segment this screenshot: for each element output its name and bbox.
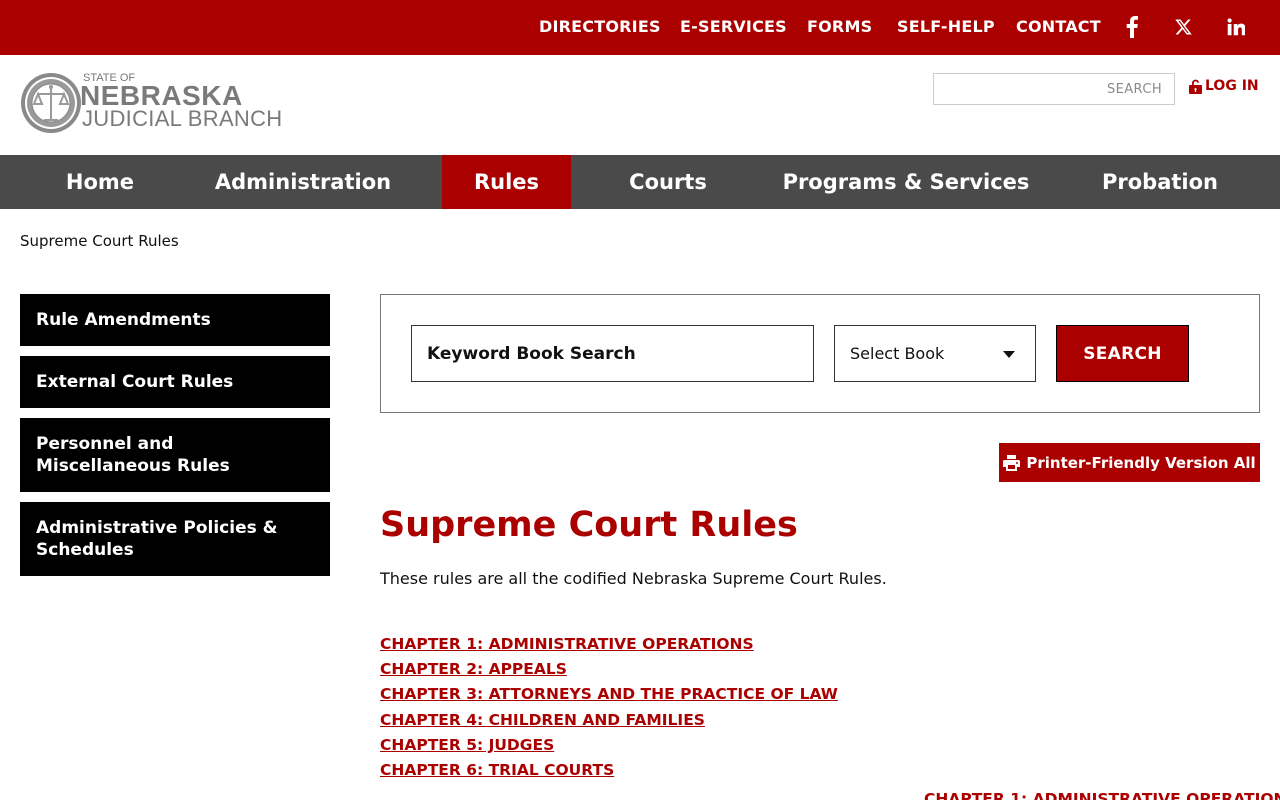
chapter-link-3[interactable]: CHAPTER 3: ATTORNEYS AND THE PRACTICE OF… bbox=[380, 682, 838, 707]
nav-home[interactable]: Home bbox=[38, 155, 162, 209]
self-help-link[interactable]: SELF-HELP bbox=[897, 17, 995, 36]
page-title: Supreme Court Rules bbox=[380, 505, 798, 545]
chapter-1-section-heading[interactable]: CHAPTER 1: ADMINISTRATIVE OPERATIONS bbox=[924, 790, 1280, 800]
nav-rules[interactable]: Rules bbox=[442, 155, 571, 209]
login-link[interactable]: LOG IN bbox=[1189, 78, 1259, 94]
caret-down-icon bbox=[1003, 351, 1015, 358]
chapter-link-5[interactable]: CHAPTER 5: JUDGES bbox=[380, 733, 838, 758]
breadcrumb: Supreme Court Rules bbox=[20, 232, 179, 250]
nav-probation[interactable]: Probation bbox=[1078, 155, 1242, 209]
sidebar-item-external-court-rules[interactable]: External Court Rules bbox=[20, 356, 330, 408]
intro-text: These rules are all the codified Nebrask… bbox=[380, 569, 887, 588]
x-twitter-icon[interactable] bbox=[1171, 14, 1195, 40]
nav-courts[interactable]: Courts bbox=[604, 155, 732, 209]
forms-link[interactable]: FORMS bbox=[807, 17, 872, 36]
contact-link[interactable]: CONTACT bbox=[1016, 17, 1101, 36]
site-search-input[interactable] bbox=[933, 73, 1175, 105]
sidebar: Rule Amendments External Court Rules Per… bbox=[20, 294, 330, 586]
main-navigation: Home Administration Rules Courts Program… bbox=[0, 155, 1280, 209]
nebraska-judicial-logo[interactable]: STATE OF NEBRASKA JUDICIAL BRANCH bbox=[20, 72, 283, 136]
state-seal-icon bbox=[21, 73, 81, 133]
sidebar-item-rule-amendments[interactable]: Rule Amendments bbox=[20, 294, 330, 346]
chapter-link-1[interactable]: CHAPTER 1: ADMINISTRATIVE OPERATIONS bbox=[380, 632, 838, 657]
e-services-link[interactable]: E-SERVICES bbox=[680, 17, 787, 36]
facebook-icon[interactable] bbox=[1120, 14, 1144, 40]
rule-search-button[interactable]: SEARCH bbox=[1056, 325, 1189, 382]
rule-search-panel: Select Book SEARCH bbox=[380, 294, 1260, 413]
chapter-list: CHAPTER 1: ADMINISTRATIVE OPERATIONS CHA… bbox=[380, 632, 838, 783]
printer-icon bbox=[1003, 454, 1021, 471]
nav-programs-services[interactable]: Programs & Services bbox=[770, 155, 1042, 209]
select-book-dropdown[interactable]: Select Book bbox=[834, 325, 1036, 382]
lock-icon bbox=[1189, 79, 1202, 94]
sidebar-item-personnel-misc-rules[interactable]: Personnel and Miscellaneous Rules bbox=[20, 418, 330, 492]
directories-link[interactable]: DIRECTORIES bbox=[539, 17, 661, 36]
select-book-value: Select Book bbox=[850, 344, 945, 363]
printer-friendly-button[interactable]: Printer-Friendly Version All bbox=[999, 443, 1260, 482]
sidebar-item-admin-policies[interactable]: Administrative Policies & Schedules bbox=[20, 502, 330, 576]
printer-friendly-label: Printer-Friendly Version All bbox=[1026, 453, 1256, 472]
chapter-link-6[interactable]: CHAPTER 6: TRIAL COURTS bbox=[380, 758, 838, 783]
chapter-link-4[interactable]: CHAPTER 4: CHILDREN AND FAMILIES bbox=[380, 708, 838, 733]
linkedin-icon[interactable] bbox=[1224, 14, 1248, 40]
chapter-link-2[interactable]: CHAPTER 2: APPEALS bbox=[380, 657, 838, 682]
keyword-book-search-input[interactable] bbox=[411, 325, 814, 382]
utility-bar: DIRECTORIES E-SERVICES FORMS SELF-HELP C… bbox=[0, 0, 1280, 55]
nav-administration[interactable]: Administration bbox=[196, 155, 410, 209]
logo-judicial-branch: JUDICIAL BRANCH bbox=[82, 106, 283, 131]
login-label: LOG IN bbox=[1205, 78, 1259, 94]
